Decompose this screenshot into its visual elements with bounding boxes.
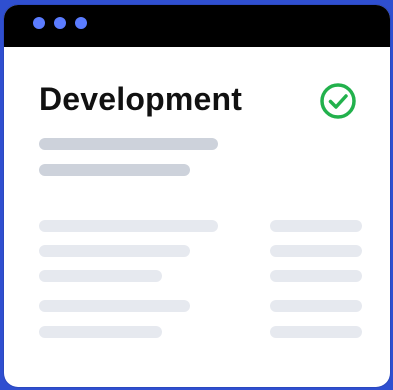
content-placeholder-right-4 [270,300,362,312]
content-placeholder-right-3 [270,270,362,282]
window-dot-3[interactable] [75,17,87,29]
check-circle-icon [320,83,356,119]
page-title: Development [39,81,243,117]
subtitle-placeholder-2 [39,164,190,176]
window-dot-1[interactable] [33,17,45,29]
content-placeholder-left-2 [39,245,190,257]
subtitle-placeholder-1 [39,138,218,150]
content-placeholder-right-2 [270,245,362,257]
window-dot-2[interactable] [54,17,66,29]
content-placeholder-left-5 [39,326,162,338]
content-placeholder-left-1 [39,220,218,232]
content-placeholder-right-1 [270,220,362,232]
app-window: Development [4,5,390,387]
window-titlebar [4,5,390,47]
content-placeholder-left-3 [39,270,162,282]
content-placeholder-left-4 [39,300,190,312]
content-placeholder-right-5 [270,326,362,338]
